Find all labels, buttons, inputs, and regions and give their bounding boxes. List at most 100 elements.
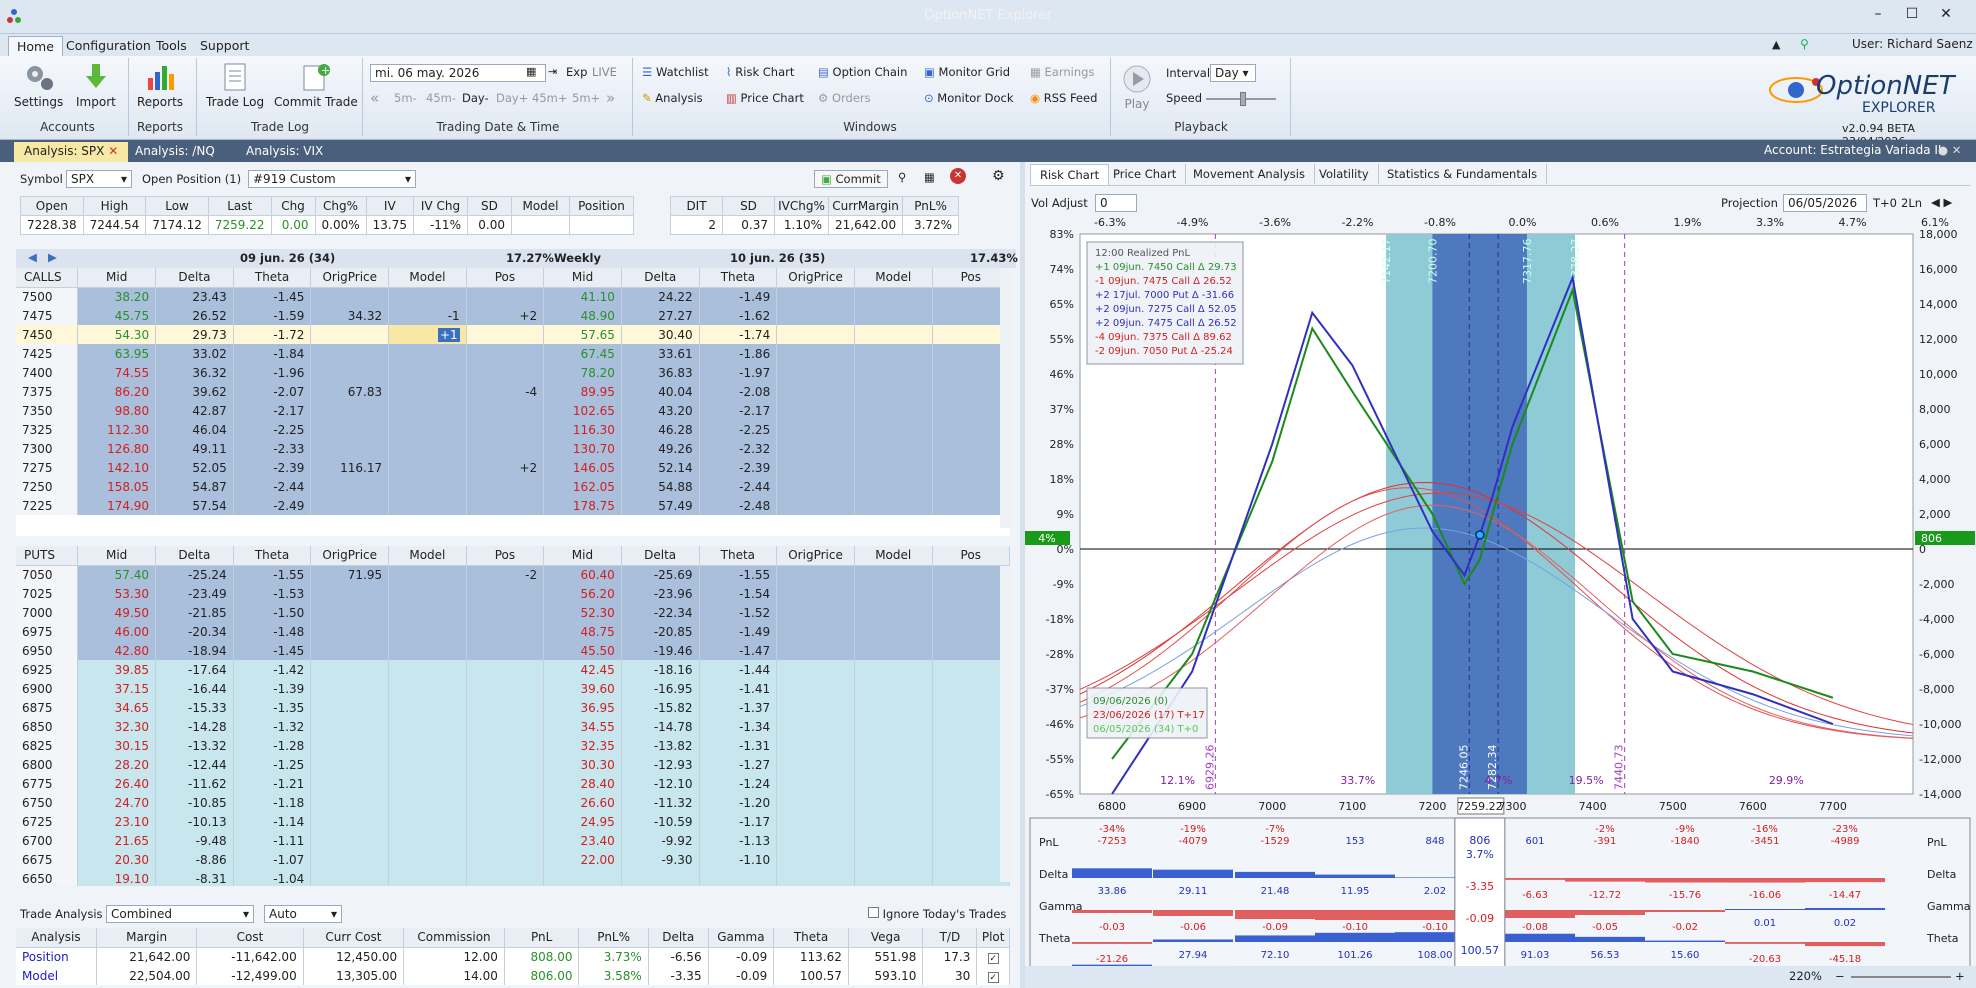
play-button[interactable]: Play xyxy=(1122,64,1152,111)
tab-support[interactable]: Support xyxy=(192,36,257,56)
monitor-dock-button[interactable]: ⊙ Monitor Dock xyxy=(924,91,1014,105)
trade-analysis-row[interactable]: Model 22,504.00 -12,499.00 13,305.00 14.00 80… xyxy=(16,966,1010,985)
chain-row[interactable]: 6875 34.65 -15.33 -1.35 36.95 -15.82 -1.37 xyxy=(16,698,1010,717)
chain-row[interactable]: 6825 30.15 -13.32 -1.28 32.35 -13.82 -1.31 xyxy=(16,736,1010,755)
chain-row[interactable]: 7300 126.80 49.11 -2.33 130.70 49.26 -2.32 xyxy=(16,439,1010,458)
zoom-icon[interactable]: ⚲ xyxy=(898,170,906,184)
earnings-button[interactable]: ▦ Earnings xyxy=(1030,65,1094,79)
chain-row[interactable]: 7275 142.10 52.05 -2.39 116.17 +2 146.05 52.14-… xyxy=(16,458,1010,477)
plot-checkbox[interactable]: ✓ xyxy=(976,966,1010,985)
chain-row[interactable]: 7400 74.55 36.32 -1.96 78.20 36.83 -1.97 xyxy=(16,363,1010,382)
chain-row[interactable]: 7450 54.30 29.73 -1.72 +1 57.65 30.40 -1.74 xyxy=(16,325,1010,344)
exp-button[interactable]: Exp xyxy=(566,65,587,79)
chart-nav-icons[interactable]: ◀ ▶ xyxy=(1931,195,1952,209)
speed-slider-thumb[interactable] xyxy=(1240,92,1246,106)
tab-price-chart[interactable]: Price Chart xyxy=(1104,164,1187,184)
ln-label[interactable]: 2Ln xyxy=(1901,196,1922,210)
analysis-button[interactable]: ✎ Analysis xyxy=(642,91,703,105)
chain-row[interactable]: 6800 28.20 -12.44 -1.25 30.30 -12.93 -1.27 xyxy=(16,755,1010,774)
settings-gear-icon[interactable]: ⚙ xyxy=(992,168,1005,184)
orders-button[interactable]: ⚙ Orders xyxy=(818,91,871,105)
zoom-out-icon[interactable]: − xyxy=(1835,969,1845,983)
trade-analysis-row[interactable]: Position 21,642.00 -11,642.00 12,450.00 12.0… xyxy=(16,947,1010,966)
chain-row[interactable]: 7225 174.90 57.54 -2.49 178.75 57.49 -2.48 xyxy=(16,496,1010,515)
chain-row[interactable]: 7050 57.40 -25.24 -1.55 71.95 -2 60.40 -25.69 -1… xyxy=(16,565,1010,584)
zoom-in-icon[interactable]: + xyxy=(1955,969,1965,983)
position-select[interactable]: #919 Custom ▾ xyxy=(248,170,416,188)
chain-row[interactable]: 7350 98.80 42.87 -2.17 102.65 43.20 -2.17 xyxy=(16,401,1010,420)
option-chain-button[interactable]: ▤ Option Chain xyxy=(818,65,907,79)
chain-row[interactable]: 6725 23.10 -10.13 -1.14 24.95 -10.59 -1.17 xyxy=(16,812,1010,831)
step-forward-icon[interactable]: » xyxy=(606,89,615,107)
trade-log-button[interactable]: Trade Log xyxy=(206,62,264,109)
step-5m-forward[interactable]: 5m+ xyxy=(572,91,600,105)
prev-expiry-icon[interactable]: ◀ xyxy=(28,250,37,264)
commit-trade-button[interactable]: + Commit Trade xyxy=(274,62,358,109)
tab-analysis-spx[interactable]: Analysis: SPX ✕ xyxy=(14,142,129,162)
tab-volatility[interactable]: Volatility xyxy=(1310,164,1379,184)
chain-row[interactable]: 6700 21.65 -9.48 -1.11 23.40 -9.92 -1.13 xyxy=(16,831,1010,850)
step-day-forward[interactable]: Day+ xyxy=(496,91,528,105)
chain-row[interactable]: 6925 39.85 -17.64 -1.42 42.45 -18.16 -1.44 xyxy=(16,660,1010,679)
minimize-button[interactable]: – xyxy=(1866,6,1890,26)
chain-row[interactable]: 6775 26.40 -11.62 -1.21 28.40 -12.10 -1.24 xyxy=(16,774,1010,793)
tab-statistics[interactable]: Statistics & Fundamentals xyxy=(1378,164,1548,184)
next-expiry-icon[interactable]: ▶ xyxy=(48,250,57,264)
chain-row[interactable]: 7025 53.30 -23.49 -1.53 56.20 -23.96 -1.54 xyxy=(16,584,1010,603)
close-window-button[interactable]: ✕ xyxy=(1934,6,1958,26)
auto-select[interactable]: Auto ▾ xyxy=(264,905,342,923)
risk-chart-button[interactable]: ⌇ Risk Chart xyxy=(726,65,794,79)
skip-to-exp-icon[interactable]: ⇥ xyxy=(548,65,557,78)
calendar-icon[interactable]: ▦ xyxy=(526,65,536,78)
chain-row[interactable]: 7500 38.20 23.43 -1.45 41.10 24.22 -1.49 xyxy=(16,287,1010,306)
tab-tools[interactable]: Tools xyxy=(148,36,195,56)
help-icon[interactable]: ⚲ xyxy=(1800,37,1809,51)
step-back-icon[interactable]: « xyxy=(370,89,379,107)
tab-configuration[interactable]: Configuration xyxy=(58,36,159,56)
chain-row[interactable]: 7000 49.50 -21.85 -1.50 52.30 -22.34 -1.52 xyxy=(16,603,1010,622)
tab-movement-analysis[interactable]: Movement Analysis xyxy=(1184,164,1315,184)
chain-row[interactable]: 6975 46.00 -20.34 -1.48 48.75 -20.85 -1.49 xyxy=(16,622,1010,641)
chain-row[interactable]: 6850 32.30 -14.28 -1.32 34.55 -14.78 -1.34 xyxy=(16,717,1010,736)
live-button[interactable]: LIVE xyxy=(592,65,617,79)
symbol-select[interactable]: SPX ▾ xyxy=(66,170,132,188)
rss-feed-button[interactable]: ◉ RSS Feed xyxy=(1030,91,1097,105)
analysis-mode-select[interactable]: Combined ▾ xyxy=(106,905,254,923)
reports-button[interactable]: Reports xyxy=(137,62,183,109)
tab-analysis-vix[interactable]: Analysis: VIX xyxy=(236,142,333,162)
tab-home[interactable]: Home xyxy=(8,36,63,56)
tab-analysis-nq[interactable]: Analysis: /NQ xyxy=(125,142,225,162)
chain-row[interactable]: 7250 158.05 54.87 -2.44 162.05 54.88 -2.44 xyxy=(16,477,1010,496)
plot-checkbox[interactable]: ✓ xyxy=(976,947,1010,966)
chain-row[interactable]: 6950 42.80 -18.94 -1.45 45.50 -19.46 -1.47 xyxy=(16,641,1010,660)
puts-scrollbar[interactable] xyxy=(1000,566,1010,882)
settings-button[interactable]: Settings xyxy=(14,62,63,109)
chain-row[interactable]: 6650 19.10 -8.31 -1.04 xyxy=(16,869,1010,886)
import-button[interactable]: Import xyxy=(76,62,116,109)
step-45m-forward[interactable]: 45m+ xyxy=(532,91,567,105)
delete-position-icon[interactable]: ✕ xyxy=(950,168,966,184)
price-chart-button[interactable]: ▥ Price Chart xyxy=(726,91,804,105)
chain-row[interactable]: 7425 63.95 33.02 -1.84 67.45 33.61 -1.86 xyxy=(16,344,1010,363)
zoom-slider[interactable] xyxy=(1851,976,1951,978)
calls-scrollbar[interactable] xyxy=(1000,268,1010,528)
grid-icon[interactable]: ▦ xyxy=(924,170,935,184)
t0-label[interactable]: T+0 xyxy=(1873,196,1897,210)
monitor-grid-button[interactable]: ▣ Monitor Grid xyxy=(924,65,1010,79)
projection-date[interactable]: 06/05/2026 xyxy=(1783,194,1867,212)
chain-row[interactable]: 6675 20.30 -8.86 -1.07 22.00 -9.30 -1.10 xyxy=(16,850,1010,869)
trading-date-field[interactable]: mi. 06 may. 2026 xyxy=(370,64,546,82)
risk-chart-svg[interactable]: -6.3% -4.9% -3.6% -2.2% -0.8% 0.0% 0.6% 1.9% 3.3… xyxy=(1025,212,1976,988)
chain-row[interactable]: 6750 24.70 -10.85 -1.18 26.60 -11.32 -1.20 xyxy=(16,793,1010,812)
step-5m-back[interactable]: 5m- xyxy=(394,91,417,105)
collapse-ribbon-icon[interactable]: ▲ xyxy=(1772,38,1780,51)
interval-select[interactable]: Day ▾ xyxy=(1210,64,1256,82)
ignore-today-checkbox[interactable]: Ignore Today's Trades xyxy=(868,907,1006,921)
tab-risk-chart[interactable]: Risk Chart xyxy=(1030,164,1110,185)
maximize-button[interactable]: ☐ xyxy=(1900,6,1924,26)
chain-row[interactable]: 7475 45.75 26.52 -1.59 34.32 -1 +2 48.90 27.27 -1… xyxy=(16,306,1010,325)
watchlist-button[interactable]: ☰ Watchlist xyxy=(642,65,709,79)
chain-row[interactable]: 7375 86.20 39.62 -2.07 67.83 -4 89.95 40.04 -2.0… xyxy=(16,382,1010,401)
step-45m-back[interactable]: 45m- xyxy=(426,91,456,105)
commit-button[interactable]: ▣ Commit xyxy=(814,170,888,188)
